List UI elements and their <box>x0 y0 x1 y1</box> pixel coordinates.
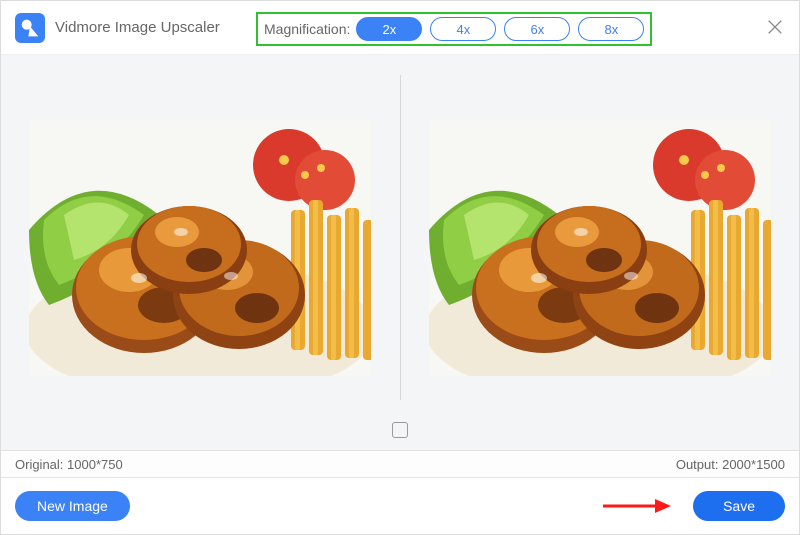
close-button[interactable] <box>765 17 785 37</box>
original-pane <box>1 55 400 450</box>
magnification-option-2x[interactable]: 2x <box>356 17 422 41</box>
output-pane <box>401 55 800 450</box>
app-logo-icon <box>15 13 45 43</box>
app-window: Vidmore Image Upscaler Magnification: 2x… <box>0 0 800 535</box>
magnification-option-4x[interactable]: 4x <box>430 17 496 41</box>
header-bar: Vidmore Image Upscaler Magnification: 2x… <box>1 1 799 55</box>
compare-handle-icon[interactable] <box>392 422 408 438</box>
original-image <box>29 120 371 376</box>
output-size-label: Output: 2000*1500 <box>400 457 785 472</box>
magnification-group: Magnification: 2x 4x 6x 8x <box>256 12 652 46</box>
preview-area <box>1 55 799 450</box>
original-size-label: Original: 1000*750 <box>15 457 400 472</box>
magnification-label: Magnification: <box>264 21 350 37</box>
footer-bar: New Image Save <box>1 478 799 534</box>
output-image <box>429 120 771 376</box>
info-bar: Original: 1000*750 Output: 2000*1500 <box>1 450 799 478</box>
app-title: Vidmore Image Upscaler <box>55 19 220 36</box>
magnification-option-6x[interactable]: 6x <box>504 17 570 41</box>
new-image-button[interactable]: New Image <box>15 491 130 521</box>
magnification-option-8x[interactable]: 8x <box>578 17 644 41</box>
save-button[interactable]: Save <box>693 491 785 521</box>
annotation-arrow-icon <box>601 497 671 515</box>
